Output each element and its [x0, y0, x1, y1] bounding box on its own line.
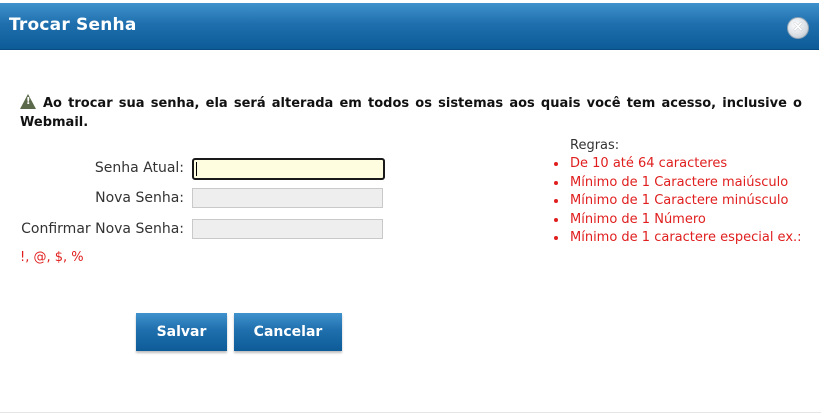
new-password-input[interactable] [192, 188, 383, 208]
dialog-title: Trocar Senha [9, 15, 137, 35]
change-password-dialog: Trocar Senha × ! Ao trocar sua senha, ela… [0, 0, 821, 414]
close-button[interactable]: × [787, 17, 809, 39]
rule-item: Mínimo de 1 caractere especial ex.: [552, 229, 812, 248]
dialog-titlebar: Trocar Senha × [0, 3, 819, 50]
confirm-password-input[interactable] [192, 219, 383, 239]
text-caret [196, 162, 197, 176]
rule-item: Mínimo de 1 Caractere maiúsculo [552, 174, 812, 193]
password-rules: Regras: De 10 até 64 caracteres Mínimo d… [552, 137, 812, 248]
save-button[interactable]: Salvar [136, 313, 227, 351]
current-password-label: Senha Atual: [94, 160, 184, 176]
rules-list: De 10 até 64 caracteres Mínimo de 1 Cara… [552, 155, 812, 248]
current-password-input[interactable] [192, 158, 385, 180]
cancel-button[interactable]: Cancelar [234, 313, 342, 351]
bullet-icon [554, 180, 558, 185]
new-password-label: Nova Senha: [95, 190, 184, 206]
warning-message: ! Ao trocar sua senha, ela será alterada … [20, 94, 802, 132]
warning-text: Ao trocar sua senha, ela será alterada e… [20, 96, 802, 130]
rule-item: De 10 até 64 caracteres [552, 155, 812, 174]
special-characters-example: !, @, $, % [20, 250, 84, 265]
confirm-password-label: Confirmar Nova Senha: [21, 221, 184, 237]
rule-item: Mínimo de 1 Caractere minúsculo [552, 192, 812, 211]
rules-title: Regras: [570, 138, 620, 153]
bullet-icon [554, 236, 558, 240]
warning-icon: ! [20, 94, 36, 109]
close-icon: × [792, 19, 804, 35]
bullet-icon [554, 217, 558, 222]
bullet-icon [554, 199, 558, 203]
rule-item: Mínimo de 1 Número [552, 211, 812, 230]
bottom-divider [0, 412, 821, 413]
bullet-icon [554, 162, 558, 166]
